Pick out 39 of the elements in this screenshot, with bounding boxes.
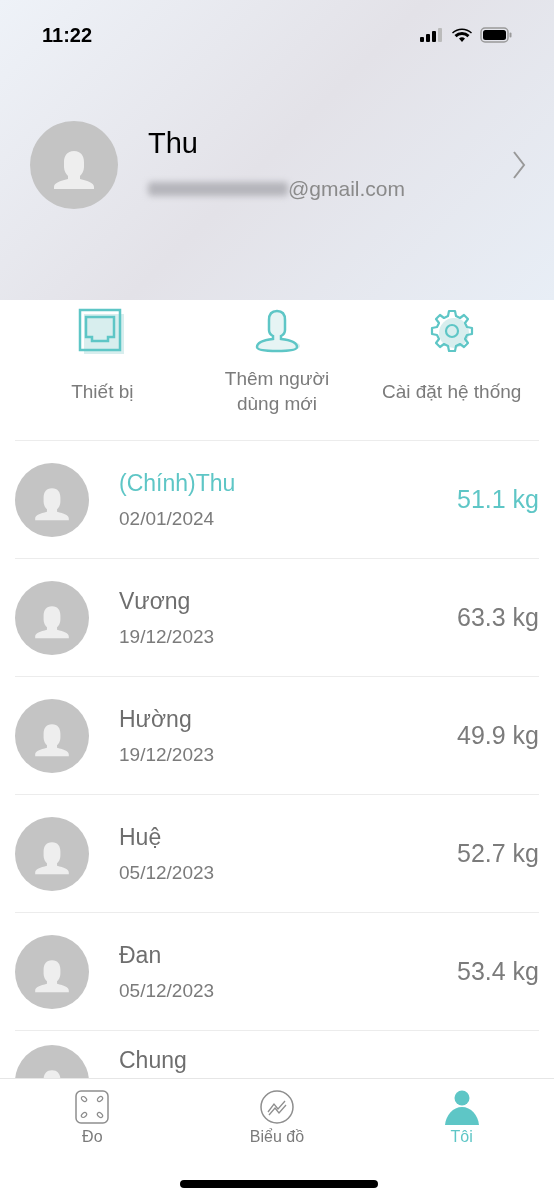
device-icon [78, 308, 127, 354]
tab[interactable]: Đo [0, 1079, 185, 1151]
person-icon [443, 1089, 480, 1125]
member-weight: 49.9 kg [457, 719, 539, 751]
menu-item[interactable]: Cài đặt hệ thống [364, 300, 539, 440]
scale-icon [74, 1089, 111, 1125]
member-date: 02/01/2024 [119, 507, 216, 531]
member-row[interactable]: Hường 19/12/2023 49.9 kg [15, 677, 539, 795]
member-weight: 53.4 kg [457, 955, 539, 987]
member-date: 05/12/2023 [119, 979, 216, 1003]
member-name: Huệ [119, 823, 163, 852]
member-date: 05/12/2023 [119, 861, 216, 885]
member-name: Chung [119, 1046, 188, 1075]
member-row[interactable]: Vương 19/12/2023 63.3 kg [15, 559, 539, 677]
chevron-right-icon [512, 150, 526, 180]
profile-header[interactable]: 11:22 Thu @gmail.com [0, 0, 554, 300]
wifi-icon [452, 28, 472, 42]
member-name: Hường [119, 705, 193, 734]
member-name: Đan [119, 941, 163, 970]
member-weight: 63.3 kg [457, 601, 539, 633]
tab[interactable]: Biểu đồ [184, 1079, 370, 1151]
member-row[interactable]: Huệ 05/12/2023 52.7 kg [15, 795, 539, 913]
member-row[interactable]: (Chính)Thu 02/01/2024 51.1 kg [15, 441, 539, 559]
chart-icon [259, 1089, 295, 1125]
status-time: 11:22 [42, 23, 93, 48]
member-date: 19/12/2023 [119, 625, 216, 649]
signal-icon [420, 28, 444, 42]
menu-item[interactable]: Thiết bị [15, 300, 190, 440]
user-email: @gmail.com [288, 176, 405, 203]
member-name: Vương [119, 587, 192, 616]
member-weight: 52.7 kg [457, 837, 539, 869]
member-date: 19/12/2023 [119, 743, 216, 767]
battery-icon [480, 27, 512, 43]
member-weight: 51.1 kg [457, 483, 539, 515]
member-row[interactable]: Đan 05/12/2023 53.4 kg [15, 913, 539, 1031]
user-name: Thu [148, 126, 199, 162]
menu-item[interactable]: Thêm người dùng mới [189, 300, 365, 440]
person-icon [253, 308, 301, 354]
member-name: (Chính)Thu [119, 469, 237, 498]
